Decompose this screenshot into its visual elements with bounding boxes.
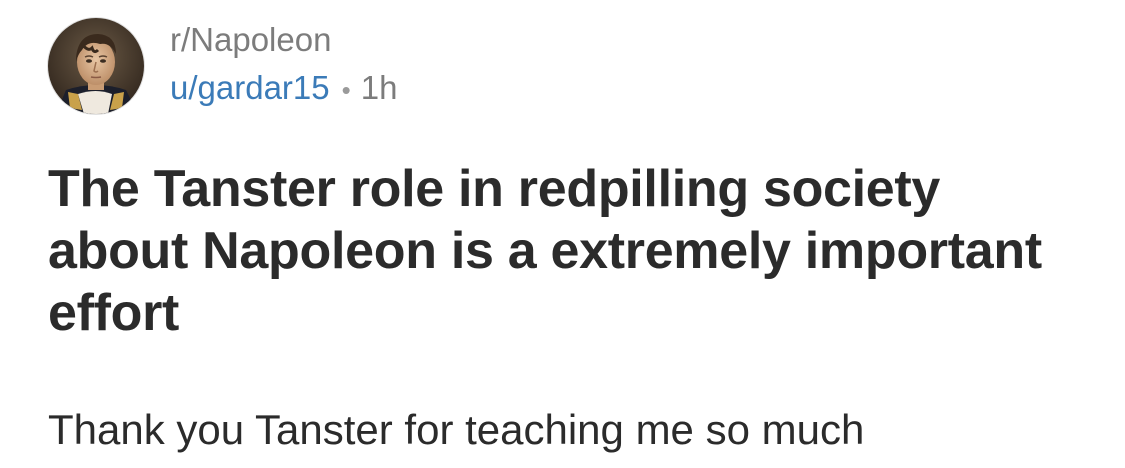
author-link[interactable]: u/gardar15 <box>170 68 330 108</box>
post-card: r/Napoleon u/gardar15 • 1h The Tanster r… <box>0 0 1125 468</box>
subreddit-link[interactable]: r/Napoleon <box>170 20 397 60</box>
subreddit-avatar[interactable] <box>48 18 144 114</box>
post-title[interactable]: The Tanster role in redpilling society a… <box>48 158 1088 344</box>
byline: u/gardar15 • 1h <box>170 68 397 110</box>
post-age: 1h <box>360 69 398 106</box>
post-meta: r/Napoleon u/gardar15 • 1h <box>170 20 397 110</box>
separator-dot: • <box>341 75 351 105</box>
portrait-image <box>48 18 144 114</box>
post-body: Thank you Tanster for teaching me so muc… <box>48 406 865 453</box>
